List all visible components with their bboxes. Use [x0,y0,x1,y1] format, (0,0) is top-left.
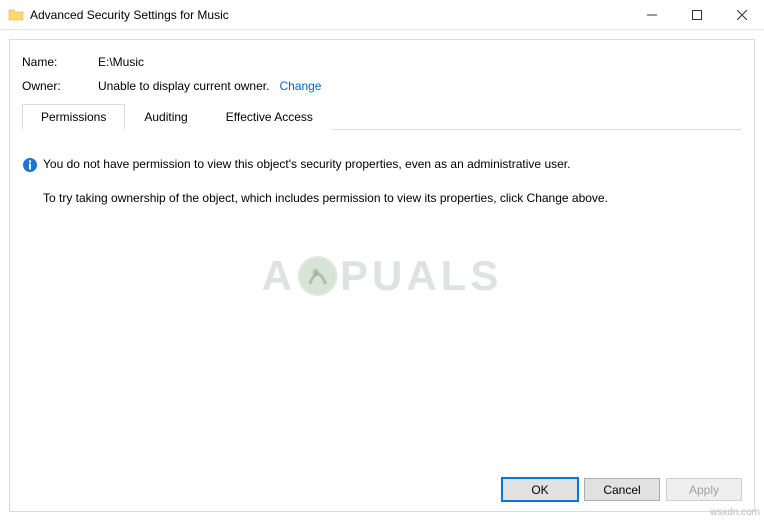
tabs: Permissions Auditing Effective Access [22,103,742,130]
tab-auditing[interactable]: Auditing [125,104,206,130]
ok-button[interactable]: OK [502,478,578,501]
window-title: Advanced Security Settings for Music [30,8,229,22]
header-area: Name: E:\Music Owner: Unable to display … [10,40,754,142]
owner-label: Owner: [22,79,98,93]
apply-button: Apply [666,478,742,501]
owner-value: Unable to display current owner. [98,79,269,93]
folder-icon [8,7,24,23]
watermark-logo-icon [298,256,338,296]
tab-effective-access[interactable]: Effective Access [207,104,332,130]
info-icon [22,157,38,173]
content-panel: Name: E:\Music Owner: Unable to display … [9,39,755,512]
titlebar: Advanced Security Settings for Music [0,0,764,30]
info-message-line: You do not have permission to view this … [22,157,742,173]
name-row: Name: E:\Music [22,55,742,69]
message-area: You do not have permission to view this … [10,142,754,220]
window-controls [629,0,764,29]
watermark-post: PUALS [340,252,502,300]
tab-permissions[interactable]: Permissions [22,104,125,130]
watermark-pre: A [262,252,296,300]
source-attribution: wsxdn.com [710,507,760,518]
info-message-text: You do not have permission to view this … [43,157,570,171]
change-owner-link[interactable]: Change [279,79,321,93]
name-value: E:\Music [98,55,144,69]
owner-row: Owner: Unable to display current owner. … [22,79,742,93]
cancel-button[interactable]: Cancel [584,478,660,501]
close-button[interactable] [719,0,764,29]
name-label: Name: [22,55,98,69]
watermark: A PUALS [262,252,503,300]
minimize-button[interactable] [629,0,674,29]
button-bar: OK Cancel Apply [502,478,742,501]
maximize-button[interactable] [674,0,719,29]
hint-message: To try taking ownership of the object, w… [22,191,742,205]
